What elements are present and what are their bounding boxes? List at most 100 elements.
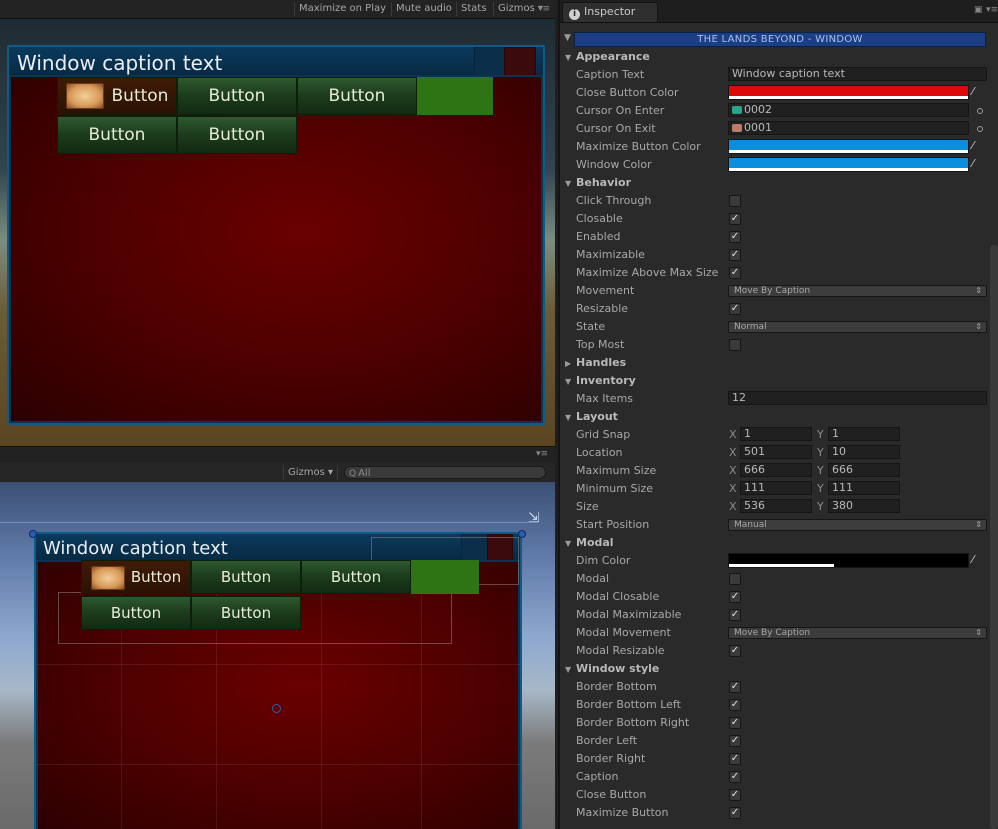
panel-menu-icon[interactable]: ▾≡ bbox=[538, 4, 550, 14]
modal-maximizable-checkbox[interactable]: ✓ bbox=[729, 609, 741, 621]
panel-menu-icon[interactable]: ▾≡ bbox=[536, 449, 548, 459]
foldout-open-icon: ▼ bbox=[565, 413, 572, 422]
caption-checkbox[interactable]: ✓ bbox=[729, 771, 741, 783]
scene-view[interactable]: Window caption text Button Button Button… bbox=[0, 482, 555, 829]
x-label: X bbox=[729, 464, 737, 477]
section-layout[interactable]: ▼ Layout bbox=[565, 410, 618, 423]
object-picker-icon[interactable] bbox=[977, 126, 983, 132]
size-y-input[interactable]: 380 bbox=[828, 499, 900, 513]
modal-resizable-checkbox[interactable]: ✓ bbox=[729, 645, 741, 657]
state-dropdown[interactable]: Normal ⇕ bbox=[728, 321, 987, 333]
maximize-on-play-button[interactable]: Maximize on Play bbox=[294, 2, 390, 16]
top-most-checkbox[interactable] bbox=[729, 339, 741, 351]
label-border-left: Border Left bbox=[576, 734, 638, 747]
minimum-size-x-input[interactable]: 111 bbox=[740, 481, 812, 495]
section-inventory[interactable]: ▼ Inventory bbox=[565, 374, 636, 387]
panel-menu-icon[interactable]: ▾≡ bbox=[986, 5, 998, 15]
border-right-checkbox[interactable]: ✓ bbox=[729, 753, 741, 765]
color-picker-icon[interactable]: ⁄ bbox=[972, 157, 974, 170]
panel-divider[interactable] bbox=[0, 446, 555, 463]
dim-color-swatch[interactable] bbox=[728, 553, 969, 568]
size-x-input[interactable]: 536 bbox=[740, 499, 812, 513]
section-appearance[interactable]: ▼ Appearance bbox=[565, 50, 650, 63]
location-x-input[interactable]: 501 bbox=[740, 445, 812, 459]
grid-snap-y-input[interactable]: 1 bbox=[828, 427, 900, 441]
lock-icon[interactable]: ▣ bbox=[974, 5, 983, 15]
scene-gizmos-button[interactable]: Gizmos ▾ bbox=[283, 465, 339, 480]
border-bottom-right-checkbox[interactable]: ✓ bbox=[729, 717, 741, 729]
button[interactable]: Button bbox=[177, 77, 297, 115]
maximize-button-color-swatch[interactable] bbox=[728, 139, 969, 154]
button[interactable]: Button bbox=[191, 560, 301, 594]
closable-checkbox[interactable]: ✓ bbox=[729, 213, 741, 225]
dropdown-value: Move By Caption bbox=[734, 286, 811, 296]
color-picker-icon[interactable]: ⁄ bbox=[972, 553, 974, 566]
border-bottom-left-checkbox[interactable]: ✓ bbox=[729, 699, 741, 711]
button[interactable]: Button bbox=[191, 596, 301, 630]
maximize-above-max-size-checkbox[interactable]: ✓ bbox=[729, 267, 741, 279]
image-button[interactable]: Button bbox=[81, 560, 191, 594]
label-maximize-button: Maximize Button bbox=[576, 806, 669, 819]
game-window[interactable]: Window caption text Button Button Button… bbox=[7, 45, 545, 425]
close-button-checkbox[interactable]: ✓ bbox=[729, 789, 741, 801]
location-y-input[interactable]: 10 bbox=[828, 445, 900, 459]
maximizable-checkbox[interactable]: ✓ bbox=[729, 249, 741, 261]
component-header[interactable]: THE LANDS BEYOND - WINDOW bbox=[574, 32, 986, 47]
maximize-button-checkbox[interactable]: ✓ bbox=[729, 807, 741, 819]
enabled-checkbox[interactable]: ✓ bbox=[729, 231, 741, 243]
button[interactable]: Button bbox=[57, 116, 177, 154]
pivot-handle[interactable] bbox=[272, 704, 281, 713]
maximum-size-x-input[interactable]: 666 bbox=[740, 463, 812, 477]
mute-audio-button[interactable]: Mute audio bbox=[391, 2, 456, 16]
modal-checkbox[interactable] bbox=[729, 573, 741, 585]
start-position-dropdown[interactable]: Manual ⇕ bbox=[728, 519, 987, 531]
resize-handle[interactable] bbox=[29, 530, 37, 538]
search-placeholder: All bbox=[358, 468, 371, 479]
section-window-style[interactable]: ▼ Window style bbox=[565, 662, 659, 675]
foldout-open-icon[interactable]: ▼ bbox=[564, 33, 571, 43]
section-modal[interactable]: ▼ Modal bbox=[565, 536, 614, 549]
movement-dropdown[interactable]: Move By Caption ⇕ bbox=[728, 285, 987, 297]
minimum-size-y-input[interactable]: 111 bbox=[828, 481, 900, 495]
border-bottom-checkbox[interactable]: ✓ bbox=[729, 681, 741, 693]
tab-inspector[interactable]: i Inspector bbox=[562, 2, 658, 22]
inspector-scrollbar[interactable] bbox=[990, 245, 998, 829]
section-title: Inventory bbox=[576, 374, 636, 387]
modal-closable-checkbox[interactable]: ✓ bbox=[729, 591, 741, 603]
cursor-on-exit-field[interactable]: 0001 bbox=[728, 121, 969, 135]
rotate-handle-icon[interactable]: ⇲ bbox=[528, 510, 540, 526]
window-color-swatch[interactable] bbox=[728, 157, 969, 172]
object-picker-icon[interactable] bbox=[977, 108, 983, 114]
button[interactable]: Button bbox=[81, 596, 191, 630]
button[interactable]: Button bbox=[297, 77, 417, 115]
scene-search-input[interactable]: Q All bbox=[344, 466, 546, 479]
close-button[interactable] bbox=[504, 47, 536, 76]
border-left-checkbox[interactable]: ✓ bbox=[729, 735, 741, 747]
stats-button[interactable]: Stats bbox=[456, 2, 491, 16]
label-movement: Movement bbox=[576, 284, 635, 297]
dropdown-value: Manual bbox=[734, 520, 767, 530]
image-button[interactable]: Button bbox=[57, 77, 177, 115]
dropdown-arrow-icon: ⇕ bbox=[975, 322, 982, 331]
label-modal: Modal bbox=[576, 572, 609, 585]
modal-movement-dropdown[interactable]: Move By Caption ⇕ bbox=[728, 627, 987, 639]
resizable-checkbox[interactable]: ✓ bbox=[729, 303, 741, 315]
maximize-button[interactable] bbox=[474, 47, 506, 76]
resize-handle[interactable] bbox=[518, 530, 526, 538]
grid-snap-x-input[interactable]: 1 bbox=[740, 427, 812, 441]
close-button-color-swatch[interactable] bbox=[728, 85, 969, 100]
scene-window[interactable]: Window caption text Button Button Button… bbox=[34, 532, 522, 829]
color-picker-icon[interactable]: ⁄ bbox=[972, 85, 974, 98]
click-through-checkbox[interactable] bbox=[729, 195, 741, 207]
section-behavior[interactable]: ▼ Behavior bbox=[565, 176, 631, 189]
caption-text-input[interactable]: Window caption text bbox=[728, 67, 987, 81]
maximum-size-y-input[interactable]: 666 bbox=[828, 463, 900, 477]
label-modal-maximizable: Modal Maximizable bbox=[576, 608, 682, 621]
cursor-on-enter-field[interactable]: 0002 bbox=[728, 103, 969, 117]
max-items-input[interactable]: 12 bbox=[728, 391, 987, 405]
button[interactable]: Button bbox=[177, 116, 297, 154]
game-view[interactable]: Maximize on Play Mute audio Stats Gizmos… bbox=[0, 0, 555, 446]
color-picker-icon[interactable]: ⁄ bbox=[972, 139, 974, 152]
button[interactable]: Button bbox=[301, 560, 411, 594]
section-handles[interactable]: ▶ Handles bbox=[565, 356, 626, 369]
